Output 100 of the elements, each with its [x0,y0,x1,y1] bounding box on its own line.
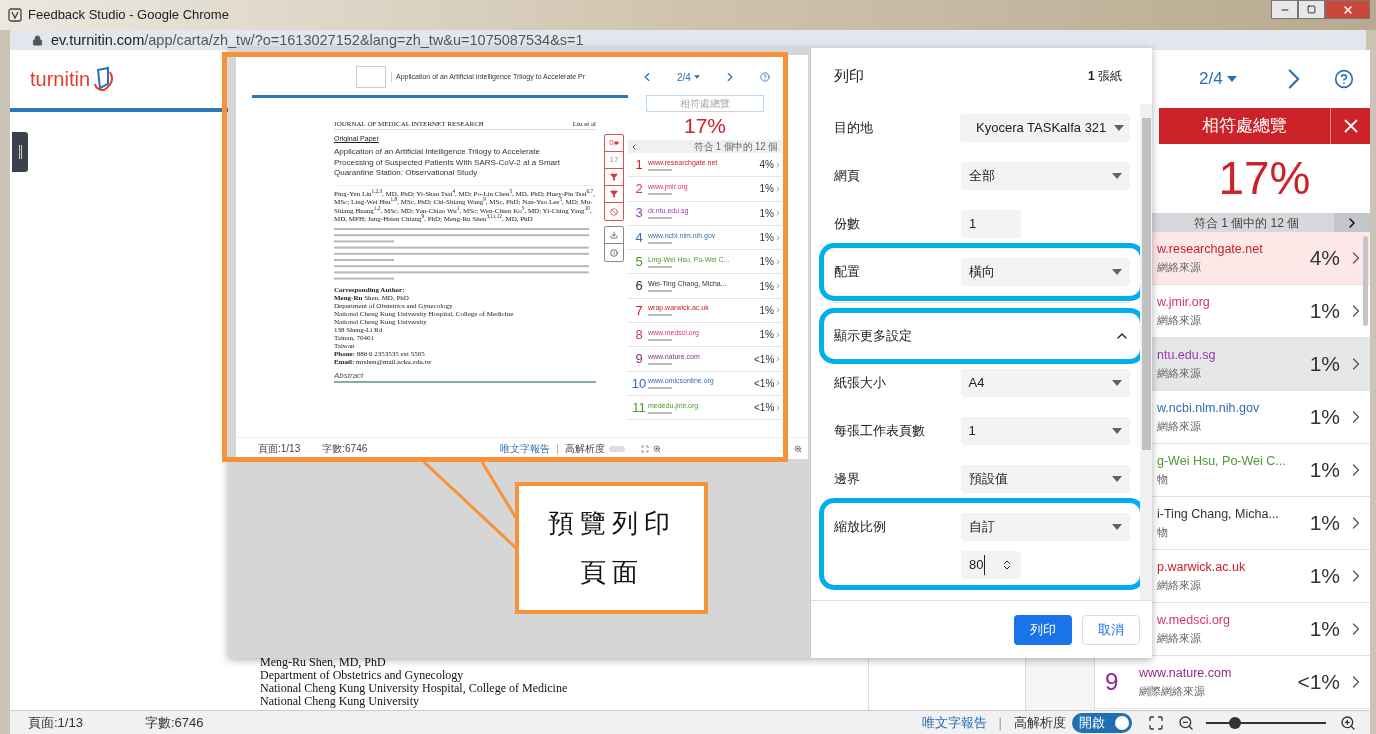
setting-select[interactable]: 橫向 [960,258,1130,286]
setting-label: 每張工作表頁數 [834,422,926,441]
maximize-button[interactable] [1298,0,1325,19]
setting-select[interactable]: 預設值 [960,465,1130,493]
cancel-button[interactable]: 取消 [1082,614,1140,645]
setting-select[interactable]: 全部 [960,162,1130,190]
setting-label: 份數 [834,215,861,234]
source-percent: 4% [758,158,774,173]
fullscreen-icon[interactable] [1148,714,1164,731]
zoom-in-icon[interactable] [794,444,802,453]
source-number: 5 [634,253,644,272]
word-count: 字數:6746 [144,713,204,732]
close-button[interactable] [1325,0,1370,19]
caret-icon [693,75,700,79]
chevron-right-icon[interactable] [774,160,782,169]
logo-text: turnitin [30,67,91,92]
fullscreen-icon[interactable] [640,444,649,453]
lock-icon [32,34,43,46]
source-number: 11 [631,398,647,417]
download-icon[interactable] [610,231,618,239]
chevron-right-icon[interactable] [774,233,782,242]
blurred-text-drawing [648,338,672,341]
separator: | [556,442,559,456]
spinner-icon[interactable] [1001,559,1013,571]
zoom-in-icon[interactable] [652,444,661,453]
maximize-icon [1307,5,1316,14]
chevron-right-icon[interactable] [774,330,782,339]
zoom-in-icon[interactable] [1340,714,1356,731]
filter-icon[interactable] [610,190,618,198]
callout-text: 頁面 [579,556,644,589]
source-percent: 1% [1308,457,1340,484]
minimize-button[interactable] [1271,0,1298,19]
window-title: Feedback Studio - Google Chrome [28,6,229,25]
setting-select[interactable]: 1 [960,417,1130,445]
page-switcher[interactable]: 2/4 [677,69,700,85]
source-percent: <1% [1296,669,1340,696]
filter-icon[interactable] [610,173,618,181]
chevron-right-icon[interactable] [774,282,782,291]
text-report-link[interactable]: 唯文字報告 [500,441,551,456]
next-match-button[interactable] [1334,213,1370,232]
page-count: 頁面:1/13 [258,442,301,456]
document-line: National Cheng Kung University Hospital, College of Medicine [260,682,569,695]
source-percent: 1% [1308,298,1340,325]
setting-label: 目的地 [834,119,874,138]
setting-label: 網頁 [834,167,861,186]
paper-title-line: Application of an Artificial Intelligence Trilogy to Accelerate [334,147,540,158]
source-type: 物 [1157,525,1168,541]
source-percent: <1% [754,352,774,367]
source-percent: 1% [758,255,774,270]
setting-select[interactable]: 自訂 [960,513,1130,541]
setting-select[interactable]: A4 [960,369,1130,397]
chevron-right-icon[interactable] [774,184,782,193]
address-bar[interactable]: ev.turnitin.com/app/carta/zh_tw/?o=1613027152&lang=zh_tw&u=1075087534&s=1 [0,30,1376,50]
info-icon[interactable] [610,248,618,257]
printer-select[interactable]: Kyocera TASKalfa 321 [960,114,1130,142]
source-name: w.medsci.org [1157,612,1230,630]
slider-thumb[interactable] [1228,716,1241,729]
source-percent: 1% [1308,616,1340,643]
sheet-count: 1 張紙 [1087,68,1122,85]
scale-field[interactable]: 80 [961,551,1021,579]
zoom-out-icon[interactable] [1178,714,1194,731]
scrollbar[interactable] [1363,236,1368,326]
setting-label: 配置 [834,263,861,282]
source-number: 1 [634,155,644,174]
source-number: 3 [634,204,644,223]
flag-count[interactable]: 0 [605,135,623,152]
chevron-right-icon[interactable] [774,306,782,315]
panel-handle[interactable] [12,132,28,172]
abstract-heading: Abstract [334,370,596,383]
source-percent: 1% [1308,510,1340,537]
page-switcher[interactable]: 2/4 [1199,66,1237,92]
similarity-score: 17% [683,113,727,140]
document-line: Meng-Ru Shen, MD, PhD [260,656,387,669]
chevron-right-icon[interactable] [774,355,782,363]
help-icon[interactable] [1334,69,1354,89]
high-res-label: 高解析度 [564,442,605,456]
blurred-text-drawing [648,168,672,171]
previous-icon[interactable] [630,142,638,151]
match-filter: 符合 1 個中的 12 個 [694,141,778,152]
source-percent: <1% [754,401,774,416]
close-button[interactable] [1330,108,1370,144]
chevron-right-icon[interactable] [774,257,782,266]
caret-icon [1112,476,1122,482]
high-res-toggle[interactable]: 開啟 [1072,712,1132,733]
copies-field[interactable]: 1 [961,210,1021,238]
caret-icon [1112,269,1122,275]
toggle-switch[interactable] [608,445,625,452]
text-report-link[interactable]: 唯文字報告 [921,712,987,733]
close-icon [1341,3,1354,16]
blurred-text-drawing [648,241,672,244]
help-icon[interactable] [760,72,770,82]
exclude-icon[interactable] [610,207,618,216]
chevron-right-icon[interactable] [774,379,782,388]
chevron-right-icon[interactable] [774,403,782,412]
source-percent: 1% [1308,351,1340,378]
scrollbar[interactable] [1140,104,1152,600]
chevron-right-icon[interactable] [774,209,782,218]
app-icon [8,8,22,22]
callout-text: 預覽列印 [547,507,676,540]
print-button[interactable]: 列印 [1014,614,1072,645]
